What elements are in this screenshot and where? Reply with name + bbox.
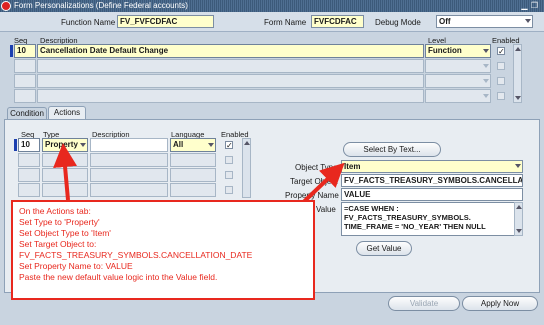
callout-line: Set Property Name to: VALUE <box>19 261 133 271</box>
callout-line: Paste the new default value logic into t… <box>19 272 218 282</box>
callout-line: On the Actions tab: <box>19 206 91 216</box>
instruction-callout: On the Actions tab: Set Type to 'Propert… <box>11 200 315 300</box>
callout-line: Set Object Type to 'Item' <box>19 228 111 238</box>
arrow-to-type-icon <box>53 143 78 201</box>
callout-line: Set Target Object to: <box>19 239 97 249</box>
callout-line: Set Type to 'Property' <box>19 217 100 227</box>
callout-line: FV_FACTS_TREASURY_SYMBOLS.CANCELLATION_D… <box>19 250 253 260</box>
